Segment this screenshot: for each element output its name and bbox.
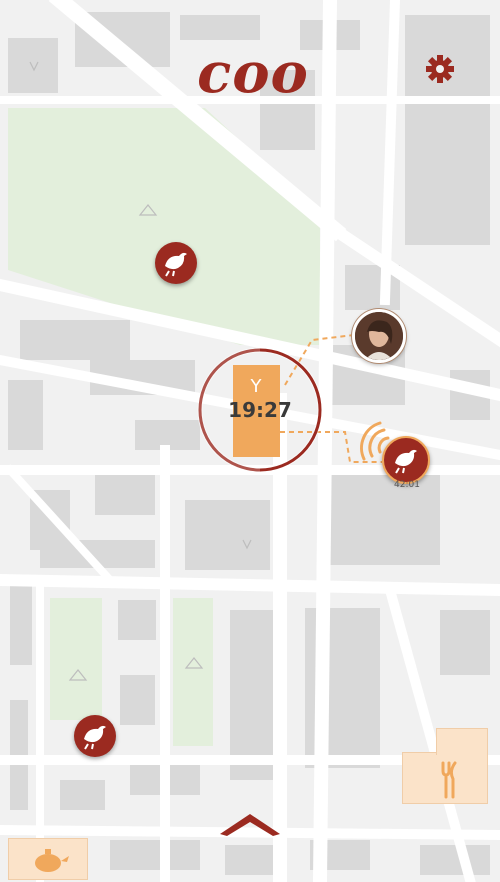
park-area bbox=[173, 598, 213, 746]
bird-icon bbox=[165, 252, 187, 277]
bird-icon bbox=[395, 449, 417, 474]
bird-icon bbox=[84, 725, 106, 750]
avatar-photo bbox=[355, 312, 403, 360]
restaurant-tile[interactable] bbox=[402, 752, 488, 804]
nearby-user-pin[interactable] bbox=[382, 436, 430, 484]
friend-avatar[interactable] bbox=[352, 309, 406, 363]
park-area bbox=[50, 598, 102, 720]
fork-knife-icon bbox=[441, 761, 457, 799]
restaurant-tile-upper bbox=[436, 728, 488, 755]
teapot-icon bbox=[35, 849, 69, 872]
cafe-tile[interactable] bbox=[8, 838, 88, 880]
bird-pin[interactable] bbox=[155, 242, 197, 284]
gear-icon[interactable] bbox=[423, 52, 457, 86]
app-logo: coo bbox=[197, 40, 309, 106]
venue-time: 19:27 bbox=[228, 398, 292, 422]
nearby-user-status: 42:01 bbox=[394, 480, 420, 490]
chevron-up-icon[interactable] bbox=[215, 808, 285, 838]
bird-pin[interactable] bbox=[74, 715, 116, 757]
map-screen: Y coo 42:01 19:27 bbox=[0, 0, 500, 882]
